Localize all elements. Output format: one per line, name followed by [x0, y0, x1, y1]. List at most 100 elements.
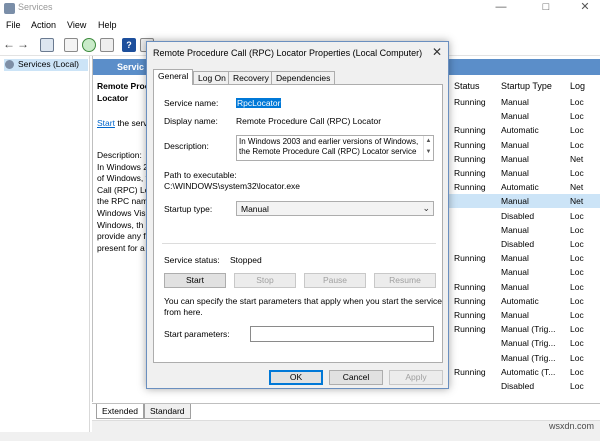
cell-startup: Automatic [501, 182, 539, 193]
desc-line: Windows, th [97, 219, 144, 230]
info-line: You can specify the start parameters tha… [164, 296, 442, 306]
table-row[interactable]: Running Manual Net [449, 152, 600, 166]
info-line: from here. [164, 307, 203, 317]
window-titlebar: Services — □ ✕ [0, 0, 600, 17]
cell-log: Loc [570, 281, 584, 292]
pause-button[interactable]: Pause [304, 273, 366, 288]
cell-startup: Manual [501, 139, 529, 150]
tab-extended[interactable]: Extended [96, 404, 144, 419]
tree-node-services-local[interactable]: Services (Local) [4, 59, 88, 71]
cell-log: Loc [570, 239, 584, 249]
menu-action[interactable]: Action [31, 20, 56, 30]
tab-dependencies[interactable]: Dependencies [271, 71, 336, 85]
tab-log-on[interactable]: Log On [193, 71, 231, 85]
start-service-link[interactable]: Start [97, 118, 115, 128]
service-status-label: Service status: [164, 255, 220, 265]
close-icon[interactable]: ✕ [570, 0, 600, 17]
export-icon[interactable] [100, 38, 114, 52]
table-row[interactable]: Disabled Loc [449, 237, 600, 251]
cell-startup: Automatic [501, 295, 539, 306]
table-row[interactable]: Disabled Loc [449, 209, 600, 223]
table-row[interactable]: Running Automatic Net [449, 180, 600, 194]
cell-startup: Automatic (T... [501, 366, 556, 377]
tab-general[interactable]: General [153, 69, 194, 85]
console-tree-icon[interactable] [40, 38, 54, 52]
horizontal-scrollbar[interactable] [92, 420, 600, 432]
table-row[interactable]: Running Manual Loc [449, 166, 600, 180]
close-icon[interactable]: ✕ [432, 45, 442, 59]
column-header-startup-type[interactable]: Startup Type [501, 81, 552, 91]
path-value[interactable]: C:\WINDOWS\system32\locator.exe [164, 181, 300, 191]
table-row[interactable]: Running Manual Loc [449, 95, 600, 109]
resume-button[interactable]: Resume [374, 273, 436, 288]
table-row[interactable]: Running Manual (Trig... Loc [449, 322, 600, 336]
table-row[interactable]: Running Manual Loc [449, 251, 600, 265]
column-header-status[interactable]: Status [454, 81, 480, 91]
table-row[interactable]: Manual Loc [449, 265, 600, 279]
desc-line: provide any f [97, 231, 146, 242]
stop-button[interactable]: Stop [234, 273, 296, 288]
cell-log: Loc [570, 310, 584, 320]
menu-view[interactable]: View [67, 20, 86, 30]
properties-icon[interactable] [64, 38, 78, 52]
start-parameters-input[interactable] [250, 326, 434, 342]
dialog-tabs: General Log On Recovery Dependencies [153, 69, 443, 85]
table-row[interactable]: Running Automatic Loc [449, 294, 600, 308]
description-text: In Windows 2003 and earlier versions of … [239, 137, 418, 156]
cell-log: Loc [570, 210, 584, 221]
divider [162, 243, 436, 244]
cell-log: Loc [570, 253, 584, 264]
start-service-rest: the serv [114, 118, 148, 128]
table-row[interactable]: Running Manual Loc [449, 280, 600, 294]
table-row[interactable]: Manual Loc [449, 109, 600, 123]
description-box[interactable]: In Windows 2003 and earlier versions of … [236, 135, 434, 161]
back-icon[interactable]: ← [3, 37, 15, 51]
maximize-icon[interactable]: □ [531, 0, 561, 17]
cell-log: Loc [570, 168, 584, 178]
watermark-text: wsxdn.com [548, 421, 594, 431]
cell-status: Running [454, 366, 486, 377]
table-row[interactable]: Manual (Trig... Loc [449, 351, 600, 365]
apply-button[interactable]: Apply [389, 370, 443, 385]
cell-startup: Manual [501, 168, 529, 178]
scroll-up-icon[interactable]: ▲ [424, 136, 433, 147]
cell-startup: Manual [501, 111, 529, 122]
cell-startup: Manual [501, 253, 529, 264]
tab-recovery[interactable]: Recovery [228, 71, 274, 85]
menu-file[interactable]: File [6, 20, 21, 30]
table-row[interactable]: Manual (Trig... Loc [449, 336, 600, 350]
column-header-log-on[interactable]: Log [570, 81, 585, 91]
help-icon[interactable]: ? [122, 38, 136, 52]
table-row[interactable]: Manual Net [449, 194, 600, 209]
cell-log: Loc [570, 125, 584, 136]
table-row[interactable]: Running Manual Loc [449, 138, 600, 152]
table-row[interactable]: Running Automatic (T... Loc [449, 365, 600, 379]
tab-standard[interactable]: Standard [144, 404, 191, 419]
refresh-icon[interactable] [82, 38, 96, 52]
table-row[interactable]: Disabled Loc [449, 379, 600, 393]
menu-help[interactable]: Help [98, 20, 117, 30]
cancel-button[interactable]: Cancel [329, 370, 383, 385]
start-button[interactable]: Start [164, 273, 226, 288]
description-scrollbar[interactable]: ▲ ▼ [423, 136, 433, 160]
cell-log: Loc [570, 324, 584, 335]
cell-log: Loc [570, 97, 584, 107]
display-name-value[interactable]: Remote Procedure Call (RPC) Locator [236, 116, 381, 126]
scroll-down-icon[interactable]: ▼ [424, 147, 433, 158]
cell-log: Loc [570, 381, 584, 391]
cell-log: Net [570, 196, 584, 207]
display-name-label: Display name: [164, 116, 218, 126]
table-row[interactable]: Manual Loc [449, 223, 600, 237]
cell-startup: Disabled [501, 381, 535, 391]
table-row[interactable]: Running Automatic Loc [449, 123, 600, 137]
cell-status: Running [454, 125, 486, 136]
table-row[interactable]: Running Manual Loc [449, 308, 600, 322]
forward-icon[interactable]: → [17, 37, 29, 51]
service-name-value[interactable]: RpcLocator [236, 98, 282, 108]
cell-status: Running [454, 97, 486, 107]
cell-startup: Manual [501, 281, 529, 292]
cell-startup: Manual [501, 267, 529, 278]
startup-type-select[interactable]: Manual ⌄ [236, 201, 434, 216]
minimize-icon[interactable]: — [486, 0, 516, 17]
ok-button[interactable]: OK [269, 370, 323, 385]
